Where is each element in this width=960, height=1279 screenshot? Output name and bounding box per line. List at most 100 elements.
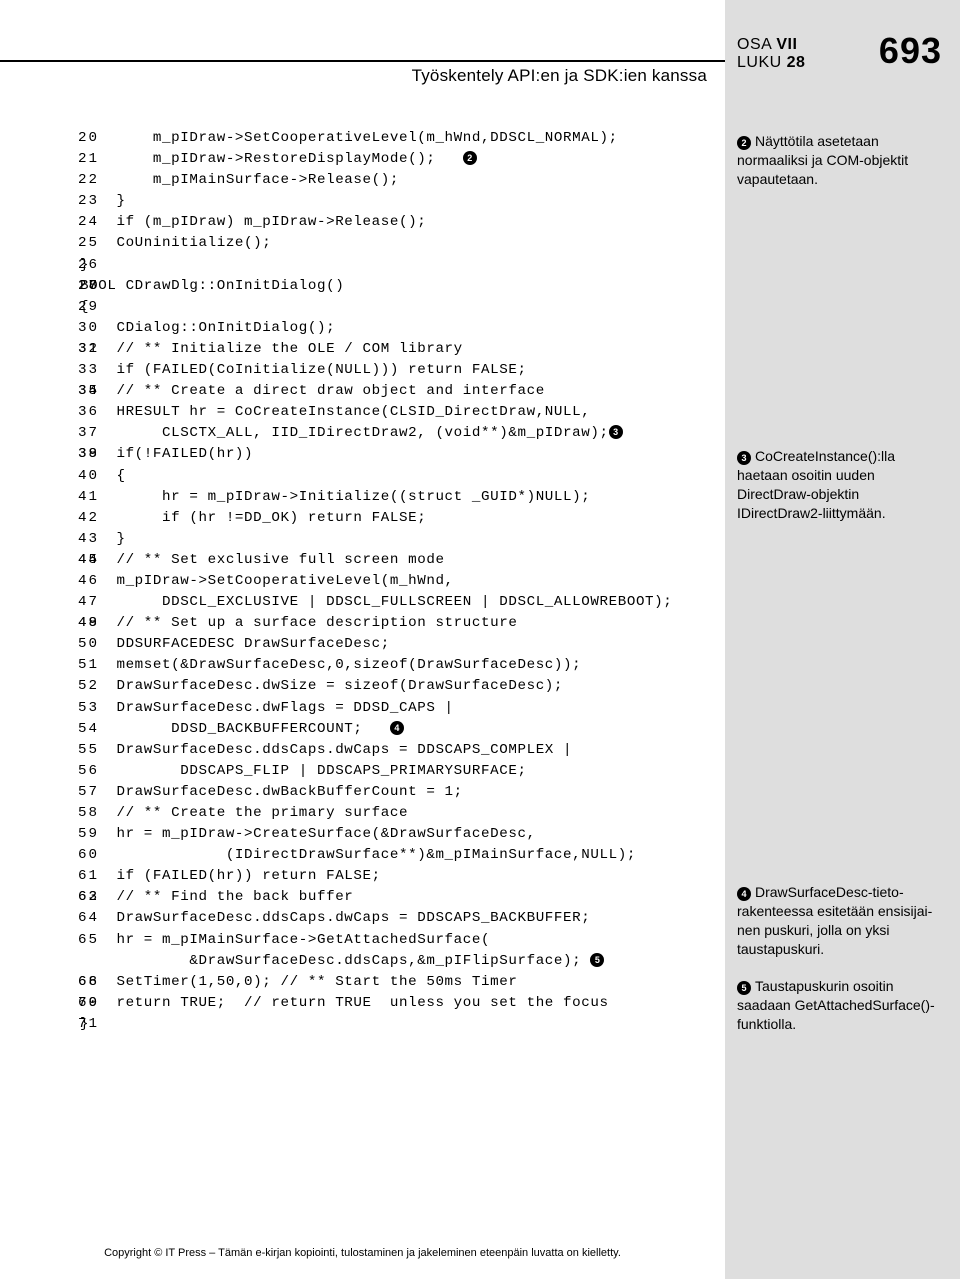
line-number: 43 [78, 529, 102, 550]
line-number: 57 [78, 782, 102, 803]
code-text: DrawSurfaceDesc.ddsCaps.dwCaps = DDSCAPS… [80, 742, 572, 758]
line-number: 58 [78, 803, 102, 824]
code-line: 58 // ** Create the primary surface [80, 803, 725, 824]
code-line: 55 DrawSurfaceDesc.ddsCaps.dwCaps = DDSC… [80, 740, 725, 761]
code-line: 36 HRESULT hr = CoCreateInstance(CLSID_D… [80, 402, 725, 423]
code-line: 59 hr = m_pIDraw->CreateSurface(&DrawSur… [80, 824, 725, 845]
code-text: CoUninitialize(); [80, 235, 271, 251]
line-number: 60 [78, 845, 102, 866]
code-line: 49 // ** Set up a surface description st… [80, 613, 725, 634]
header-rule [0, 60, 725, 62]
luku-label: LUKU [737, 54, 782, 71]
line-number: 25 [78, 233, 102, 254]
code-text: &DrawSurfaceDesc.ddsCaps,&m_pIFlipSurfac… [80, 953, 590, 969]
code-text: m_pIDraw->SetCooperativeLevel(m_hWnd,DDS… [80, 130, 618, 146]
code-line: 56 DDSCAPS_FLIP | DDSCAPS_PRIMARYSURFACE… [80, 761, 725, 782]
line-number: 71 [78, 1014, 102, 1035]
code-line: 25 CoUninitialize(); [80, 233, 725, 254]
code-line: 42 if (hr !=DD_OK) return FALSE; [80, 508, 725, 529]
chapter-title: Työskentely API:en ja SDK:ien kanssa [0, 66, 725, 86]
code-text: DDSCAPS_FLIP | DDSCAPS_PRIMARYSURFACE; [80, 763, 527, 779]
annotation-marker-2-icon: 2 [737, 136, 751, 150]
code-text: DrawSurfaceDesc.dwSize = sizeof(DrawSurf… [80, 678, 563, 694]
line-number: 68 [78, 972, 102, 993]
code-text: if (hr !=DD_OK) return FALSE; [80, 510, 426, 526]
code-text: if (m_pIDraw) m_pIDraw->Release(); [80, 214, 426, 230]
line-number: 54 [78, 719, 102, 740]
code-text: // ** Set exclusive full screen mode [80, 552, 445, 568]
code-text: // ** Set up a surface description struc… [80, 615, 517, 631]
annotation-3: 3CoCreateInstance():lla haetaan osoitin … [737, 447, 948, 523]
line-number: 35 [78, 381, 102, 402]
osa-label: OSA [737, 36, 771, 53]
code-text: hr = m_pIDraw->CreateSurface(&DrawSurfac… [80, 826, 536, 842]
code-line: 50 DDSURFACEDESC DrawSurfaceDesc; [80, 634, 725, 655]
line-number: 46 [78, 571, 102, 592]
code-marker-4-icon: 4 [390, 721, 404, 735]
code-line: 63 // ** Find the back buffer [80, 887, 725, 908]
code-line: 39 if(!FAILED(hr)) [80, 444, 725, 465]
code-line: 60 (IDirectDrawSurface**)&m_pIMainSurfac… [80, 845, 725, 866]
code-line: 24 if (m_pIDraw) m_pIDraw->Release(); [80, 212, 725, 233]
line-number: 30 [78, 318, 102, 339]
annotation-marker-3-icon: 3 [737, 451, 751, 465]
annotation-marker-5-icon: 5 [737, 981, 751, 995]
line-number: 21 [78, 149, 102, 170]
annotation-4: 4DrawSurfaceDesc-tieto­rakenteessa esite… [737, 883, 948, 959]
code-text: if (FAILED(CoInitialize(NULL))) return F… [80, 362, 527, 378]
line-number: 51 [78, 655, 102, 676]
line-number: 37 [78, 423, 102, 444]
code-text: if(!FAILED(hr)) [80, 446, 253, 462]
code-text: // ** Create a direct draw object and in… [80, 383, 545, 399]
code-line: 47 DDSCL_EXCLUSIVE | DDSCL_FULLSCREEN | … [80, 592, 725, 613]
code-line: 37 CLSCTX_ALL, IID_IDirectDraw2, (void**… [80, 423, 725, 444]
annotation-5: 5Taustapuskurin osoitin saadaan GetAttac… [737, 977, 948, 1034]
code-line: 52 DrawSurfaceDesc.dwSize = sizeof(DrawS… [80, 676, 725, 697]
line-number: 53 [78, 698, 102, 719]
code-line: 43 } [80, 529, 725, 550]
line-number: 70 [78, 993, 102, 1014]
line-number: 40 [78, 466, 102, 487]
osa-number: VII [776, 36, 797, 53]
code-line: 64 DrawSurfaceDesc.ddsCaps.dwCaps = DDSC… [80, 908, 725, 929]
code-text: HRESULT hr = CoCreateInstance(CLSID_Dire… [80, 404, 590, 420]
code-marker-2-icon: 2 [463, 151, 477, 165]
line-number: 63 [78, 887, 102, 908]
code-text: DDSD_BACKBUFFERCOUNT; [80, 721, 390, 737]
code-line: 68 SetTimer(1,50,0); // ** Start the 50m… [80, 972, 725, 993]
code-text: DDSCL_EXCLUSIVE | DDSCL_FULLSCREEN | DDS… [80, 594, 672, 610]
line-number: 56 [78, 761, 102, 782]
code-line: 30 CDialog::OnInitDialog(); [80, 318, 725, 339]
code-text: // ** Find the back buffer [80, 889, 353, 905]
code-marker-3-icon: 3 [609, 425, 623, 439]
code-line: 32 // ** Initialize the OLE / COM librar… [80, 339, 725, 360]
code-line: 33 if (FAILED(CoInitialize(NULL))) retur… [80, 360, 725, 381]
code-line: 53 DrawSurfaceDesc.dwFlags = DDSD_CAPS | [80, 698, 725, 719]
code-text: CDialog::OnInitDialog(); [80, 320, 335, 336]
sidebar: 693 OSA VII LUKU 28 2Näyttötila asetetaa… [725, 0, 960, 1279]
code-text: DrawSurfaceDesc.dwFlags = DDSD_CAPS | [80, 700, 454, 716]
line-number: 64 [78, 908, 102, 929]
line-number: 65 [78, 930, 102, 951]
line-number: 52 [78, 676, 102, 697]
code-line: 61 if (FAILED(hr)) return FALSE; [80, 866, 725, 887]
line-number: 39 [78, 444, 102, 465]
code-line: 57 DrawSurfaceDesc.dwBackBufferCount = 1… [80, 782, 725, 803]
line-number: 28 [78, 276, 102, 297]
code-text: CLSCTX_ALL, IID_IDirectDraw2, (void**)&m… [80, 425, 609, 441]
annotation-2-text: Näyttötila asetetaan normaaliksi ja COM-… [737, 133, 908, 187]
code-text: hr = m_pIDraw->Initialize((struct _GUID*… [80, 489, 590, 505]
code-line: 28BOOL CDrawDlg::OnInitDialog() [80, 276, 725, 297]
line-number: 61 [78, 866, 102, 887]
annotation-5-text: Taustapuskurin osoitin saadaan GetAttach… [737, 978, 935, 1032]
code-line: 51 memset(&DrawSurfaceDesc,0,sizeof(Draw… [80, 655, 725, 676]
page: Työskentely API:en ja SDK:ien kanssa 20 … [0, 0, 960, 1279]
code-line: 71} [80, 1014, 725, 1035]
code-text: return TRUE; // return TRUE unless you s… [80, 995, 609, 1011]
code-line: 45 // ** Set exclusive full screen mode [80, 550, 725, 571]
line-number: 45 [78, 550, 102, 571]
code-text: SetTimer(1,50,0); // ** Start the 50ms T… [80, 974, 517, 990]
code-text: // ** Create the primary surface [80, 805, 408, 821]
code-text: BOOL CDrawDlg::OnInitDialog() [80, 278, 344, 294]
line-number: 23 [78, 191, 102, 212]
